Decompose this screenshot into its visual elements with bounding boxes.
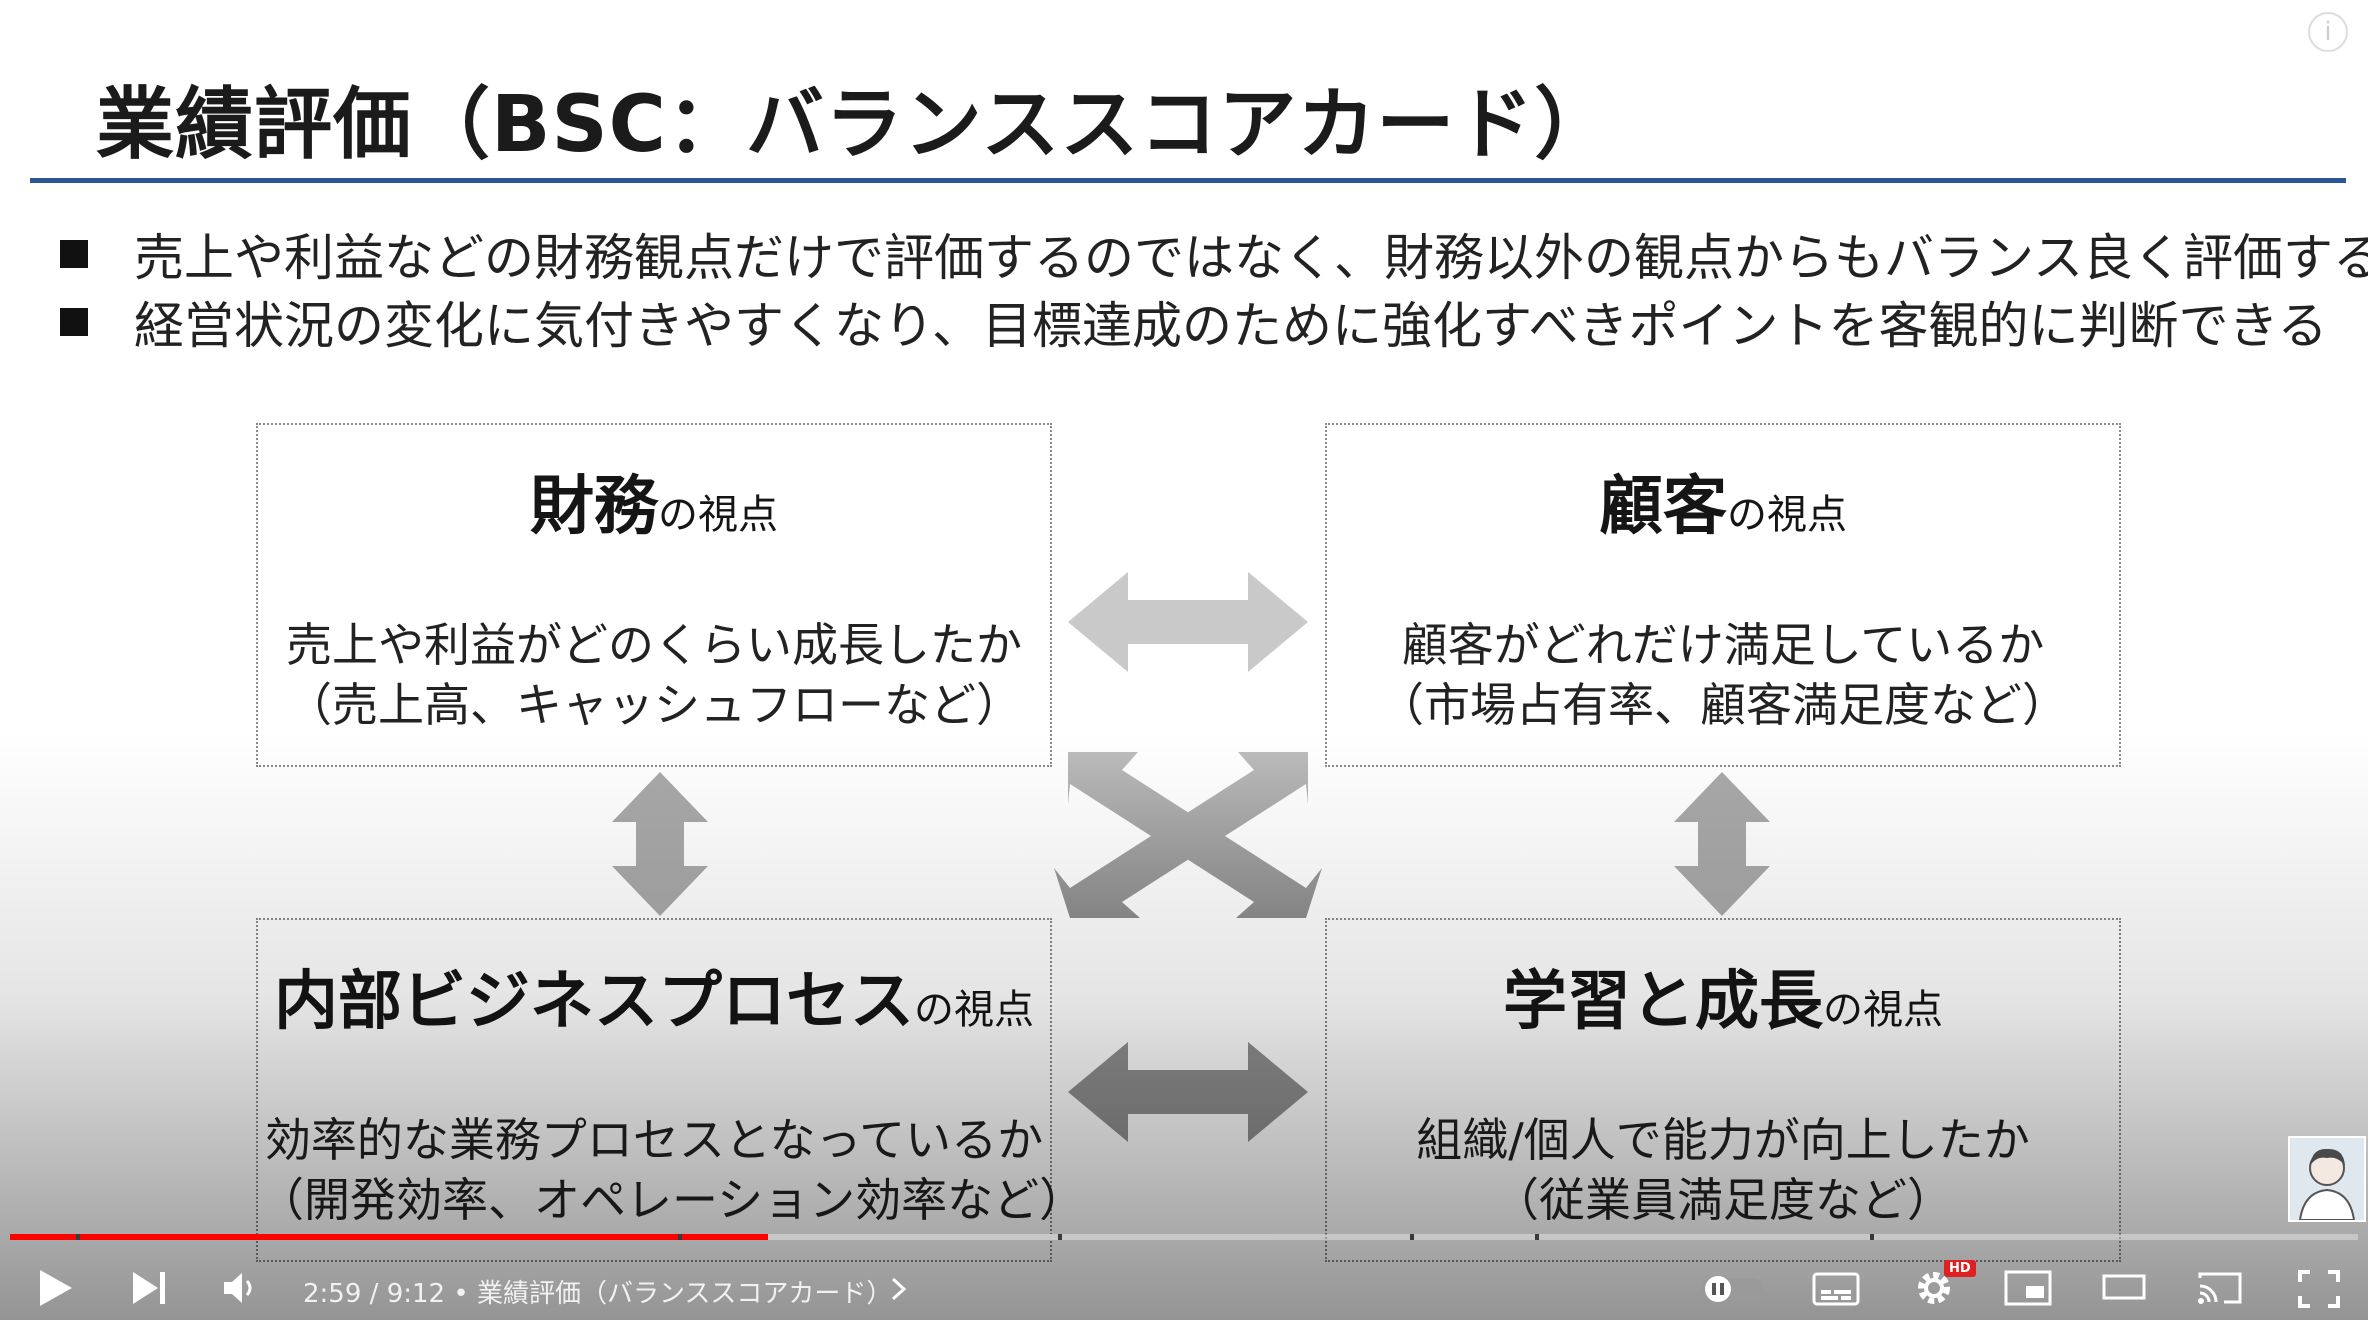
chapter-divider xyxy=(76,1234,80,1240)
perspective-description: 売上や利益がどのくらい成長したか （売上高、キャッシュフローなど） xyxy=(258,615,1050,735)
description-line: 売上や利益がどのくらい成長したか xyxy=(286,618,1022,672)
perspective-description: 組織/個人で能力が向上したか （従業員満足度など） xyxy=(1327,1110,2119,1230)
description-line: （開発効率、オペレーション効率など） xyxy=(258,1173,1086,1227)
time-separator: / xyxy=(361,1279,387,1309)
perspective-description: 効率的な業務プロセスとなっているか （開発効率、オペレーション効率など） xyxy=(258,1110,1086,1230)
volume-icon[interactable] xyxy=(222,1270,262,1306)
perspective-heading: 内部ビジネスプロセスの視点 xyxy=(258,950,1050,1042)
fullscreen-icon[interactable] xyxy=(2298,1270,2340,1308)
subtitles-icon[interactable] xyxy=(1812,1272,1862,1306)
channel-avatar[interactable] xyxy=(2288,1136,2366,1222)
double-arrow-vertical-right xyxy=(1674,772,1770,916)
progress-bar[interactable] xyxy=(10,1234,2358,1240)
time-total: 9:12 xyxy=(386,1279,446,1309)
chapter-divider xyxy=(1870,1234,1874,1240)
hd-badge: HD xyxy=(1944,1260,1976,1277)
chapter-divider xyxy=(1535,1234,1539,1240)
perspective-heading: 学習と成長の視点 xyxy=(1327,950,2119,1042)
person-illustration-icon xyxy=(2298,1148,2356,1220)
time-current: 2:59 xyxy=(303,1279,362,1309)
description-line: （市場占有率、顧客満足度など） xyxy=(1378,678,2068,732)
progress-played xyxy=(10,1234,769,1240)
autoplay-toggle-icon[interactable] xyxy=(1698,1274,1768,1304)
perspective-title: 学習と成長 xyxy=(1503,965,1823,1039)
next-icon[interactable] xyxy=(130,1270,170,1306)
play-icon[interactable] xyxy=(36,1268,76,1308)
perspective-title: 財務 xyxy=(530,470,658,544)
chapter-divider xyxy=(1058,1234,1062,1240)
description-line: 顧客がどれだけ満足しているか xyxy=(1401,618,2045,672)
perspective-title: 内部ビジネスプロセス xyxy=(274,965,914,1039)
perspective-heading: 顧客の視点 xyxy=(1327,455,2119,547)
chevron-right-icon[interactable] xyxy=(888,1276,910,1302)
perspective-suffix: の視点 xyxy=(914,987,1034,1033)
description-line: （従業員満足度など） xyxy=(1493,1173,1953,1227)
double-arrow-horizontal-top xyxy=(1068,572,1308,672)
double-arrow-vertical-left xyxy=(612,772,708,916)
perspective-box-customer: 顧客の視点 顧客がどれだけ満足しているか （市場占有率、顧客満足度など） xyxy=(1325,423,2121,767)
chapter-divider xyxy=(1410,1234,1414,1240)
perspective-suffix: の視点 xyxy=(1727,492,1847,538)
perspective-suffix: の視点 xyxy=(1823,987,1943,1033)
perspective-box-finance: 財務の視点 売上や利益がどのくらい成長したか （売上高、キャッシュフローなど） xyxy=(256,423,1052,767)
miniplayer-icon[interactable] xyxy=(2004,1270,2054,1306)
theater-icon[interactable] xyxy=(2102,1274,2148,1302)
perspective-box-learning-growth: 学習と成長の視点 組織/個人で能力が向上したか （従業員満足度など） xyxy=(1325,918,2121,1262)
description-line: 組織/個人で能力が向上したか xyxy=(1416,1113,2030,1167)
perspective-title: 顧客 xyxy=(1599,470,1727,544)
perspective-description: 顧客がどれだけ満足しているか （市場占有率、顧客満足度など） xyxy=(1327,615,2119,735)
double-arrow-horizontal-bottom xyxy=(1068,1042,1308,1142)
description-line: （売上高、キャッシュフローなど） xyxy=(286,678,1022,732)
chapter-separator: • xyxy=(445,1279,477,1309)
chapter-title[interactable]: 業績評価（バランススコアカード） xyxy=(477,1279,892,1309)
description-line: 効率的な業務プロセスとなっているか xyxy=(264,1113,1044,1167)
perspective-heading: 財務の視点 xyxy=(258,455,1050,547)
cast-icon[interactable] xyxy=(2196,1270,2246,1306)
perspective-box-internal-process: 内部ビジネスプロセスの視点 効率的な業務プロセスとなっているか （開発効率、オペ… xyxy=(256,918,1086,1262)
time-and-chapter: 2:59 / 9:12 • 業績評価（バランススコアカード） xyxy=(303,1273,892,1310)
perspective-suffix: の視点 xyxy=(658,492,778,538)
chapter-divider xyxy=(678,1234,682,1240)
